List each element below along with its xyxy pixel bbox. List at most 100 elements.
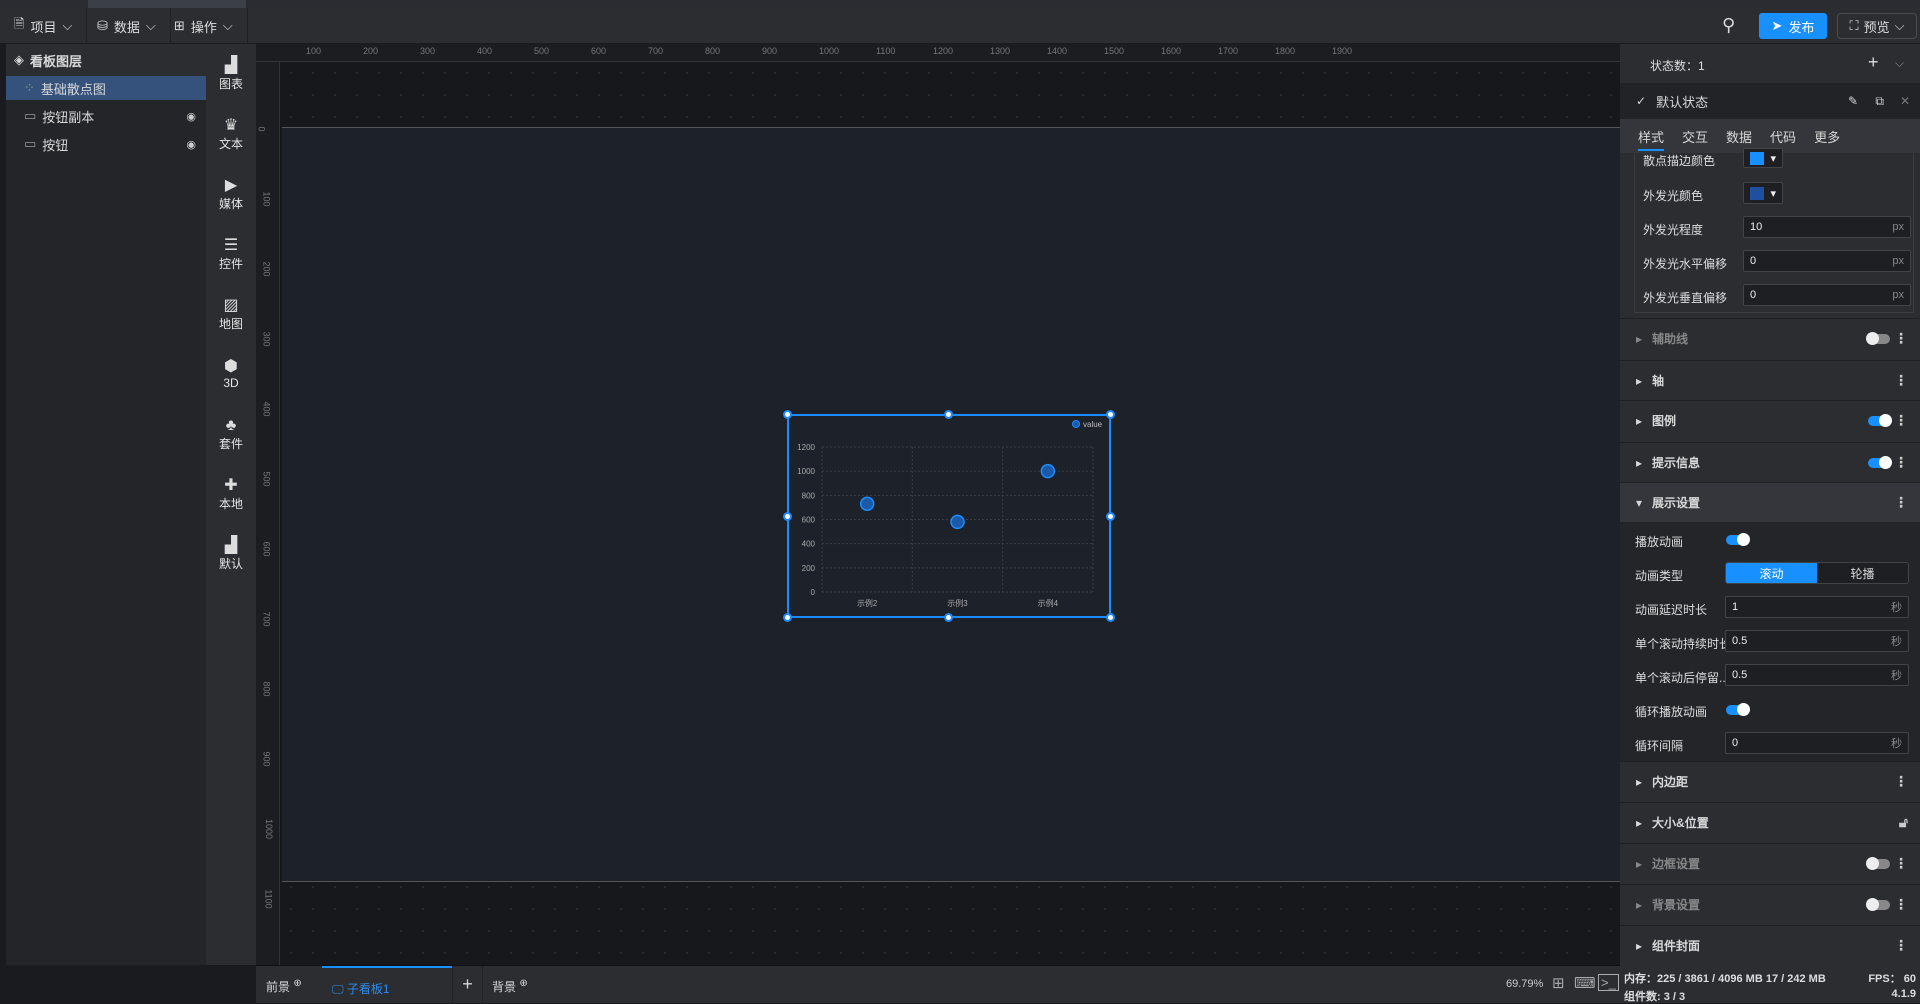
comp-chart[interactable]: ▟ 图表 — [206, 44, 256, 104]
monitor-icon: 🖵︎ — [332, 982, 344, 996]
eye-hidden-icon[interactable]: ◉ — [186, 138, 196, 151]
resize-handle[interactable] — [783, 512, 792, 521]
comp-media[interactable]: ▶ 媒体 — [206, 164, 256, 224]
section-axis[interactable]: ▸ 轴 ⋮ — [1620, 360, 1920, 400]
option-scroll[interactable]: 滚动 — [1726, 563, 1817, 583]
zoom-level: 69.79% — [1506, 978, 1544, 990]
tab-foreground[interactable]: 前景 ⊕ — [266, 978, 302, 995]
comp-default[interactable]: ▟ 默认 — [206, 524, 256, 584]
more-icon[interactable]: ⋮ — [1894, 937, 1908, 954]
layer-item[interactable]: ▭ 按钮 ◉ — [6, 132, 206, 156]
unit: 秒 — [1891, 738, 1902, 750]
resize-handle[interactable] — [783, 410, 792, 419]
tab-sub-board[interactable]: 🖵︎ 子看板1 — [322, 966, 452, 1003]
border-toggle[interactable] — [1866, 856, 1890, 870]
section-display[interactable]: ▾ 展示设置 ⋮ — [1620, 482, 1920, 522]
fps: FPS： 60 — [1868, 973, 1916, 985]
add-circle-icon[interactable]: ⊕ — [293, 978, 301, 989]
glow-size-input[interactable]: 10 px — [1743, 216, 1911, 238]
glow-x-input[interactable]: 0 px — [1743, 250, 1911, 272]
comp-kit[interactable]: ♣ 套件 — [206, 404, 256, 464]
caret-right-icon: ▸ — [1636, 455, 1643, 470]
add-circle-icon[interactable]: ⊕ — [519, 978, 527, 989]
section-padding[interactable]: ▸ 内边距 ⋮ — [1620, 761, 1920, 801]
section-cover[interactable]: ▸ 组件封面 ⋮ — [1620, 925, 1920, 965]
stay-input[interactable]: 0.5 秒 — [1725, 664, 1909, 686]
tooltip-toggle[interactable] — [1868, 455, 1892, 469]
play-animation-toggle[interactable] — [1726, 533, 1750, 546]
section-background[interactable]: ▸ 背景设置 ⋮ — [1620, 884, 1920, 924]
menu-project[interactable]: 🗎 项目 ⌵ — [0, 8, 88, 44]
option-carousel[interactable]: 轮播 — [1817, 563, 1908, 583]
search-icon[interactable]: ⚲ — [1722, 15, 1735, 36]
chevron-down-icon[interactable]: ⌵ — [1895, 56, 1904, 71]
more-icon[interactable]: ⋮ — [1894, 494, 1908, 511]
color-swatch — [1750, 151, 1764, 165]
interval-input[interactable]: 0秒 — [1725, 732, 1909, 754]
more-icon[interactable]: ⋮ — [1894, 412, 1908, 429]
publish-button[interactable]: ➤ 发布 — [1759, 13, 1827, 39]
menu-ops[interactable]: ⊞ 操作 ⌵ — [160, 8, 248, 44]
comp-local[interactable]: ✚ 本地 — [206, 464, 256, 524]
resize-handle[interactable] — [1106, 410, 1115, 419]
stroke-color-picker[interactable]: ▾ — [1743, 148, 1783, 168]
tab-data[interactable]: 数据 — [1726, 127, 1752, 146]
more-icon[interactable]: ⋮ — [1894, 896, 1908, 913]
tab-more[interactable]: 更多 — [1814, 127, 1840, 146]
section-border[interactable]: ▸ 边框设置 ⋮ — [1620, 843, 1920, 883]
comp-map[interactable]: ▨ 地图 — [206, 284, 256, 344]
resize-handle[interactable] — [1106, 613, 1115, 622]
scatter-chart: 0 200 400 600 800 1000 1200 示例2 示例3 示例4 value — [797, 420, 1103, 608]
edit-icon[interactable]: ✎ — [1848, 94, 1858, 108]
tab-style[interactable]: 样式 — [1638, 127, 1665, 151]
legend-toggle[interactable] — [1868, 413, 1892, 427]
guide-toggle[interactable] — [1866, 331, 1890, 345]
background-toggle[interactable] — [1866, 897, 1890, 911]
eye-hidden-icon[interactable]: ◉ — [186, 110, 196, 123]
close-icon[interactable]: ✕ — [1900, 94, 1910, 108]
tab-code[interactable]: 代码 — [1770, 127, 1796, 146]
loop-toggle[interactable] — [1726, 703, 1750, 716]
duration-input[interactable]: 0.5 秒 — [1725, 630, 1909, 652]
keyboard-icon[interactable]: ⌨ — [1574, 974, 1596, 992]
section-legend[interactable]: ▸ 图例 ⋮ — [1620, 400, 1920, 440]
state-label: 默认状态 — [1656, 94, 1709, 110]
scatter-chart-widget[interactable]: 0 200 400 600 800 1000 1200 示例2 示例3 示例4 value — [783, 410, 1115, 622]
state-default[interactable]: ✓ 默认状态 ✎ ⧉ ✕ — [1620, 83, 1920, 119]
comp-text[interactable]: ♛ 文本 — [206, 104, 256, 164]
unit: px — [1892, 255, 1904, 267]
section-tooltip[interactable]: ▸ 提示信息 ⋮ — [1620, 442, 1920, 482]
section-title: 组件封面 — [1652, 939, 1701, 953]
layer-item[interactable]: ⁘ 基础散点图 — [6, 76, 206, 100]
comp-3d[interactable]: ⬢ 3D — [206, 344, 256, 404]
section-title: 轴 — [1652, 374, 1665, 388]
terminal-icon[interactable]: >_ — [1598, 974, 1619, 991]
menu-data[interactable]: ⛁ 数据 ⌵ — [83, 8, 171, 44]
preview-button[interactable]: ⛶ 预览 ⌵ — [1837, 13, 1917, 39]
copy-icon[interactable]: ⧉ — [1875, 94, 1884, 109]
glow-y-input[interactable]: 0 px — [1743, 284, 1911, 306]
more-icon[interactable]: ⋮ — [1894, 855, 1908, 872]
add-board-icon[interactable]: + — [452, 966, 483, 1003]
section-title: 辅助线 — [1652, 332, 1689, 346]
tab-background[interactable]: 背景 ⊕ — [492, 978, 528, 995]
more-icon[interactable]: ⋮ — [1894, 330, 1908, 347]
delay-input[interactable]: 1秒 — [1725, 596, 1909, 618]
more-icon[interactable]: ⋮ — [1894, 454, 1908, 471]
comp-control[interactable]: ☰ 控件 — [206, 224, 256, 284]
lock-icon[interactable]: 🔓︎ — [1899, 814, 1908, 831]
more-icon[interactable]: ⋮ — [1894, 773, 1908, 790]
more-icon[interactable]: ⋮ — [1894, 372, 1908, 389]
glow-color-picker[interactable]: ▾ — [1743, 182, 1783, 204]
caret-right-icon: ▸ — [1636, 774, 1643, 789]
tab-interaction[interactable]: 交互 — [1682, 127, 1708, 146]
resize-handle[interactable] — [944, 410, 953, 419]
add-state-icon[interactable]: + — [1868, 52, 1879, 73]
resize-handle[interactable] — [1106, 512, 1115, 521]
layer-item[interactable]: ▭ 按钮副本 ◉ — [6, 104, 206, 128]
fit-screen-icon[interactable]: ⊞ — [1552, 974, 1565, 992]
resize-handle[interactable] — [783, 613, 792, 622]
resize-handle[interactable] — [944, 613, 953, 622]
section-size-position[interactable]: ▸ 大小&位置 🔓︎ — [1620, 802, 1920, 842]
section-guide[interactable]: ▸ 辅助线 ⋮ — [1620, 318, 1920, 358]
